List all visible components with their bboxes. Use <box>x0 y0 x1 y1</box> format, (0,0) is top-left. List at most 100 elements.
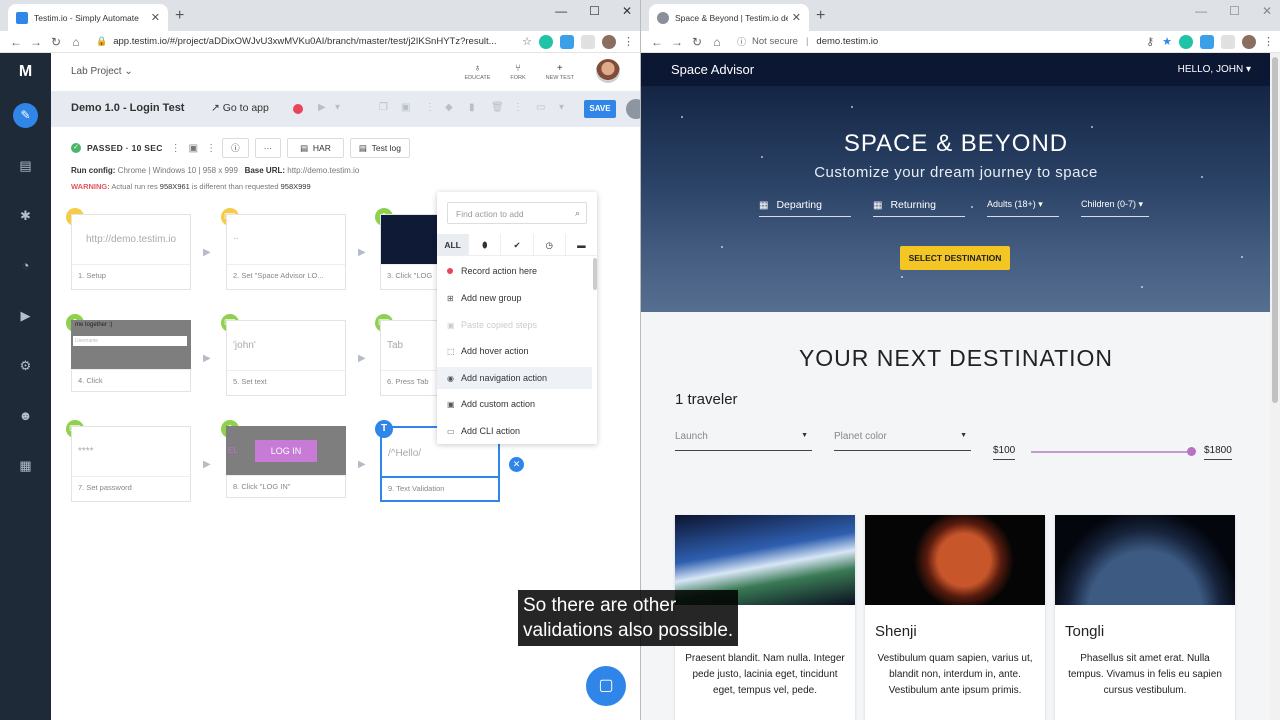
info-button[interactable]: ⓘ <box>222 138 249 158</box>
menu-item-record[interactable]: Record action here <box>437 260 592 282</box>
back-icon[interactable]: ← <box>6 35 26 49</box>
find-action-input[interactable]: Find action to add ⌕ <box>447 202 587 224</box>
user-avatar[interactable] <box>596 59 620 83</box>
home-icon[interactable]: ⌂ <box>707 35 727 49</box>
menu-kebab-icon[interactable]: ⋮ <box>1263 35 1274 48</box>
returning-date-field[interactable]: ▦ Returning <box>873 199 965 217</box>
step-8-card[interactable]: EL LOG IN 8. Click "LOG IN" <box>226 426 346 502</box>
reload-icon[interactable]: ↻ <box>46 35 66 49</box>
test-settings-gear-icon[interactable] <box>626 99 640 119</box>
chat-support-button[interactable]: ▢ <box>586 666 626 706</box>
tab-mouse[interactable]: ⬮ <box>469 234 502 255</box>
close-window-icon[interactable]: ✕ <box>622 4 632 18</box>
more-vertical-icon[interactable]: ⋮ <box>513 102 523 113</box>
runs-icon[interactable]: ◔ <box>0 258 51 273</box>
run-menu-icon[interactable]: ⋮ <box>171 143 181 154</box>
video-icon[interactable]: ▶ <box>0 308 51 324</box>
step-5-card[interactable]: 'john' 5. Set text <box>226 320 346 396</box>
gmail-icon[interactable] <box>581 34 595 49</box>
tab-validation[interactable]: ✔ <box>501 234 534 255</box>
extension-icon[interactable] <box>1200 34 1214 49</box>
tab-all[interactable]: ALL <box>437 234 470 255</box>
educate-button[interactable]: ♁ EDUCATE <box>465 62 491 82</box>
user-greeting-menu[interactable]: HELLO, JOHN ▾ <box>1178 64 1251 75</box>
close-tab-icon[interactable]: ✕ <box>151 11 160 24</box>
menu-item-hover[interactable]: ⬚ Add hover action <box>437 340 592 362</box>
destination-card[interactable]: Shenji Vestibulum quam sapien, varius ut… <box>865 515 1045 720</box>
menu-item-paste[interactable]: ▣ Paste copied steps <box>437 314 592 336</box>
profile-icon[interactable] <box>602 34 616 49</box>
go-to-app-button[interactable]: ↗ Go to app <box>211 102 269 114</box>
screenshot-icon[interactable]: ▣ <box>189 143 198 154</box>
planet-color-select[interactable]: Planet color ▼ <box>834 431 971 451</box>
new-tab-icon[interactable]: + <box>816 7 825 25</box>
tab-shared[interactable]: ▬ <box>566 234 597 255</box>
address-bar[interactable]: 🔒 app.testim.io/#/project/aDDixOWJvU3xwM… <box>90 33 518 51</box>
menu-scrollbar[interactable] <box>593 258 597 290</box>
menu-item-custom[interactable]: ▣ Add custom action <box>437 393 592 415</box>
store-icon[interactable]: ▦ <box>0 458 51 474</box>
bookmark-icon[interactable]: ▮ <box>469 102 475 113</box>
back-icon[interactable]: ← <box>647 35 667 49</box>
more-icon[interactable]: ⋮ <box>425 102 435 113</box>
tag-icon[interactable]: ◆ <box>445 102 453 113</box>
select-destination-button[interactable]: SELECT DESTINATION <box>900 246 1010 270</box>
departing-date-field[interactable]: ▦ Departing <box>759 199 851 217</box>
copy-icon[interactable]: ❐ <box>379 102 388 113</box>
play-icon[interactable]: ▶ <box>318 102 326 113</box>
reload-icon[interactable]: ↻ <box>687 35 707 49</box>
record-button[interactable] <box>293 104 303 114</box>
grammarly-icon[interactable] <box>539 34 553 49</box>
step-4-card[interactable]: me together :) Username 4. Click <box>71 320 191 396</box>
destination-card[interactable]: Tongli Phasellus sit amet erat. Nulla te… <box>1055 515 1235 720</box>
delete-icon[interactable]: 🗑 <box>491 102 504 113</box>
new-tab-icon[interactable]: + <box>175 7 184 25</box>
step-2-card[interactable]: .. 2. Set "Space Advisor LO... <box>226 214 346 290</box>
close-window-icon[interactable]: ✕ <box>1262 4 1272 18</box>
har-button[interactable]: ▤ HAR <box>287 138 344 158</box>
group-icon[interactable]: ▣ <box>401 102 410 113</box>
screen-icon[interactable]: ▭ <box>536 102 545 113</box>
adults-select[interactable]: Adults (18+) ▾ <box>987 199 1059 217</box>
step-7-card[interactable]: **** 7. Set password <box>71 426 191 502</box>
minimize-icon[interactable]: — <box>555 4 567 18</box>
close-menu-icon[interactable]: ✕ <box>509 457 524 472</box>
page-scrollbar[interactable] <box>1270 53 1280 720</box>
forward-icon[interactable]: → <box>26 35 46 49</box>
maximize-icon[interactable]: ☐ <box>1229 4 1240 18</box>
screen-dropdown-icon[interactable]: ▾ <box>559 102 564 113</box>
menu-item-add-group[interactable]: ⊞ Add new group <box>437 287 592 309</box>
forward-icon[interactable]: → <box>667 35 687 49</box>
test-name[interactable]: Demo 1.0 - Login Test <box>71 102 184 114</box>
menu-kebab-icon[interactable]: ⋮ <box>623 35 634 48</box>
more-dots-icon[interactable]: ⋮ <box>206 143 216 154</box>
gmail-icon[interactable] <box>1221 34 1235 49</box>
browser-tab-demo[interactable]: Space & Beyond | Testim.io demo ✕ <box>649 4 809 31</box>
browser-tab-testim[interactable]: Testim.io - Simply Automate ✕ <box>8 4 168 31</box>
maximize-icon[interactable]: ☐ <box>589 4 600 18</box>
edit-pencil-icon[interactable]: ✎ <box>13 103 38 128</box>
bookmark-star-icon[interactable]: ★ <box>1162 35 1172 48</box>
save-button[interactable]: SAVE <box>584 100 616 118</box>
profile-icon[interactable] <box>1242 34 1256 49</box>
brand-logo[interactable]: Space Advisor <box>671 62 754 77</box>
home-icon[interactable]: ⌂ <box>66 35 86 49</box>
price-slider-handle[interactable] <box>1187 447 1196 456</box>
ellipsis-button[interactable]: ··· <box>254 138 282 158</box>
price-slider-track[interactable] <box>1031 451 1191 453</box>
testim-logo[interactable]: M <box>0 63 51 81</box>
bookmark-star-icon[interactable]: ☆ <box>522 35 532 48</box>
menu-item-cli[interactable]: ▭ Add CLI action <box>437 420 592 442</box>
scrollbar-thumb[interactable] <box>1272 57 1278 403</box>
bug-icon[interactable]: ✱ <box>0 208 51 224</box>
extension-icon[interactable] <box>560 34 574 49</box>
test-list-icon[interactable]: ▤ <box>0 158 51 174</box>
play-options-icon[interactable]: ▾ <box>335 102 340 113</box>
project-selector[interactable]: Lab Project ⌄ <box>71 66 133 77</box>
settings-gear-icon[interactable]: ⚙ <box>0 358 51 374</box>
grammarly-icon[interactable] <box>1179 34 1193 49</box>
menu-item-navigation[interactable]: ◉ Add navigation action <box>437 367 592 389</box>
launch-select[interactable]: Launch ▼ <box>675 431 812 451</box>
step-1-card[interactable]: http://demo.testim.io 1. Setup <box>71 214 191 290</box>
children-select[interactable]: Children (0-7) ▾ <box>1081 199 1149 217</box>
